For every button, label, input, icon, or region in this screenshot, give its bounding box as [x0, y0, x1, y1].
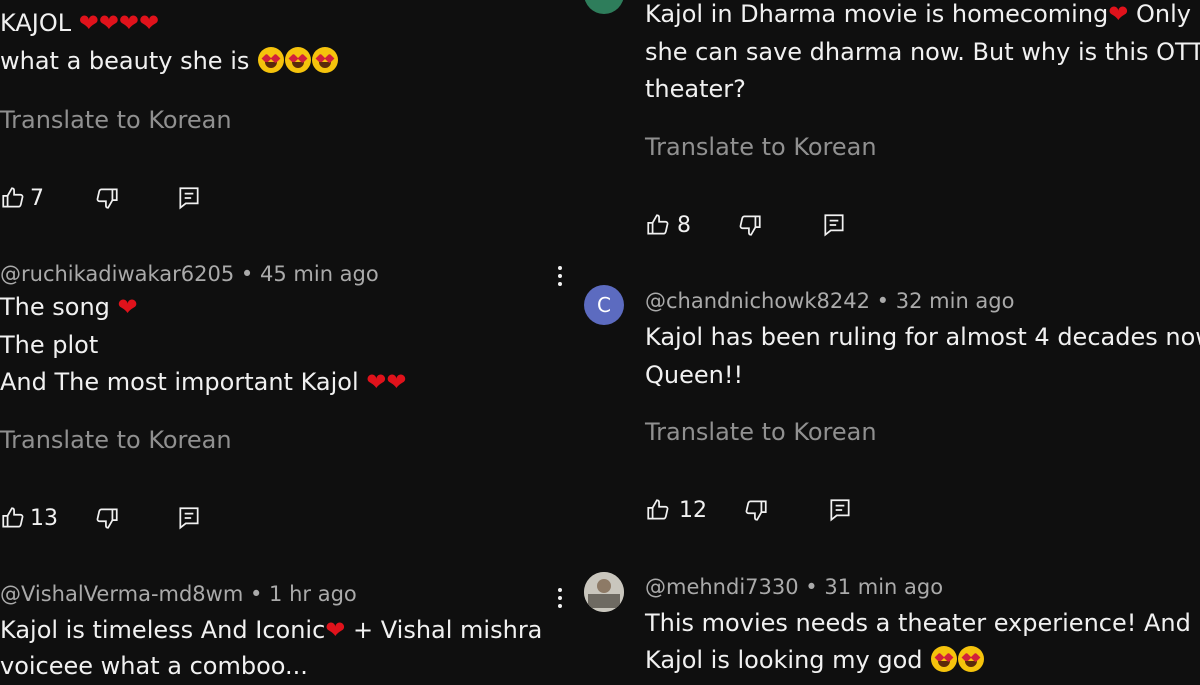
username[interactable]: @VishalVerma-md8wm	[0, 582, 243, 606]
separator: •	[243, 582, 270, 606]
username[interactable]: @ruchikadiwakar6205	[0, 262, 234, 286]
timestamp: 32 min ago	[895, 289, 1015, 313]
thumbs-up-icon	[2, 507, 24, 528]
heart-emoji: ❤❤	[366, 368, 407, 396]
comment-line: + Vishal mishra	[345, 616, 543, 644]
more-options-icon[interactable]	[555, 266, 565, 292]
comment: @ruchikadiwakar6205 • 45 min ago The son…	[0, 262, 560, 531]
heart-eyes-emoji	[258, 47, 284, 73]
comment-text: Queen!!	[645, 361, 744, 389]
dislike-button[interactable]	[743, 497, 769, 523]
like-button[interactable]: 8	[645, 212, 691, 238]
comment-meta: @VishalVerma-md8wm • 1 hr ago	[0, 582, 560, 606]
comment-text: This movies needs a theater experience! …	[645, 609, 1191, 637]
comment-line: Kajol is timeless And Iconic	[0, 616, 326, 644]
like-count: 13	[30, 505, 58, 531]
like-button[interactable]: 13	[0, 505, 58, 531]
comment-line: KAJOL	[0, 9, 79, 37]
comment-line: The song	[0, 293, 118, 321]
comment-text: theater?	[645, 75, 746, 103]
thumbs-down-icon	[745, 500, 767, 521]
reply-icon	[824, 214, 844, 237]
reply-button[interactable]	[821, 212, 847, 238]
comment-line: Only	[1128, 0, 1191, 28]
comment-text: what a beauty she is	[0, 43, 338, 80]
avatar[interactable]	[584, 0, 624, 14]
comment-text: voiceee what a comboo...	[0, 652, 308, 680]
comment-text: The plot	[0, 331, 99, 359]
heart-eyes-emoji	[285, 47, 311, 73]
comment-text: Kajol is timeless And Iconic❤ + Vishal m…	[0, 612, 542, 649]
reply-button[interactable]	[176, 185, 202, 211]
timestamp: 31 min ago	[824, 575, 944, 599]
heart-emoji: ❤❤❤❤	[78, 9, 160, 37]
reply-icon	[179, 187, 199, 210]
comment-line: Kajol is looking my god	[645, 646, 931, 674]
dislike-button[interactable]	[94, 185, 120, 211]
timestamp: 45 min ago	[260, 262, 379, 286]
comment-line: what a beauty she is	[0, 47, 257, 75]
heart-eyes-emoji	[958, 646, 985, 672]
reply-icon	[179, 507, 199, 530]
like-button[interactable]: 7	[0, 185, 44, 211]
separator: •	[798, 575, 825, 599]
dislike-button[interactable]	[94, 505, 120, 531]
reply-button[interactable]	[176, 505, 202, 531]
thumbs-down-icon	[96, 508, 118, 529]
comment-text: KAJOL ❤❤❤❤	[0, 5, 159, 42]
heart-eyes-emoji	[931, 646, 958, 672]
timestamp: 1 hr ago	[269, 582, 357, 606]
like-count: 7	[30, 185, 44, 211]
comment-text: she can save dharma now. But why is this…	[645, 38, 1200, 66]
thumbs-up-icon	[647, 499, 669, 520]
comment-meta: @chandnichowk8242 • 32 min ago	[645, 289, 1014, 313]
username[interactable]: @mehndi7330	[645, 575, 799, 599]
comment-text: Kajol in Dharma movie is homecoming❤ Onl…	[645, 0, 1191, 33]
comment-text: And The most important Kajol ❤❤	[0, 364, 406, 401]
heart-emoji: ❤	[1108, 0, 1129, 28]
translate-link[interactable]: Translate to Korean	[0, 106, 232, 134]
comment-line: And The most important Kajol	[0, 368, 367, 396]
avatar-photo-icon	[584, 572, 624, 612]
translate-link[interactable]: Translate to Korean	[645, 418, 877, 446]
thumbs-up-icon	[2, 187, 24, 208]
thumbs-down-icon	[96, 188, 118, 209]
more-options-icon[interactable]	[555, 588, 565, 614]
translate-link[interactable]: Translate to Korean	[645, 133, 877, 161]
comment: @VishalVerma-md8wm • 1 hr ago Kajol is t…	[0, 582, 560, 680]
separator: •	[870, 289, 896, 313]
like-count: 8	[677, 212, 691, 238]
comment-text: Kajol is looking my god	[645, 642, 985, 679]
translate-link[interactable]: Translate to Korean	[0, 426, 232, 454]
thumbs-down-icon	[739, 215, 761, 236]
comment-meta: @ruchikadiwakar6205 • 45 min ago	[0, 262, 560, 286]
heart-eyes-emoji	[312, 47, 338, 73]
heart-emoji: ❤	[325, 616, 346, 644]
comment-text: Kajol has been ruling for almost 4 decad…	[645, 323, 1200, 351]
thumbs-up-icon	[647, 214, 669, 235]
heart-emoji: ❤	[117, 293, 138, 321]
dislike-button[interactable]	[737, 212, 763, 238]
comment-meta: @mehndi7330 • 31 min ago	[645, 575, 943, 599]
like-count: 12	[679, 497, 707, 523]
avatar[interactable]: C	[584, 285, 624, 325]
like-button[interactable]: 12	[645, 497, 707, 523]
separator: •	[234, 262, 260, 286]
username[interactable]: @chandnichowk8242	[645, 289, 870, 313]
reply-icon	[830, 499, 850, 522]
avatar[interactable]	[584, 572, 624, 612]
comment-line: Kajol in Dharma movie is homecoming	[645, 0, 1109, 28]
comment-text: The song ❤	[0, 289, 138, 326]
reply-button[interactable]	[827, 497, 853, 523]
